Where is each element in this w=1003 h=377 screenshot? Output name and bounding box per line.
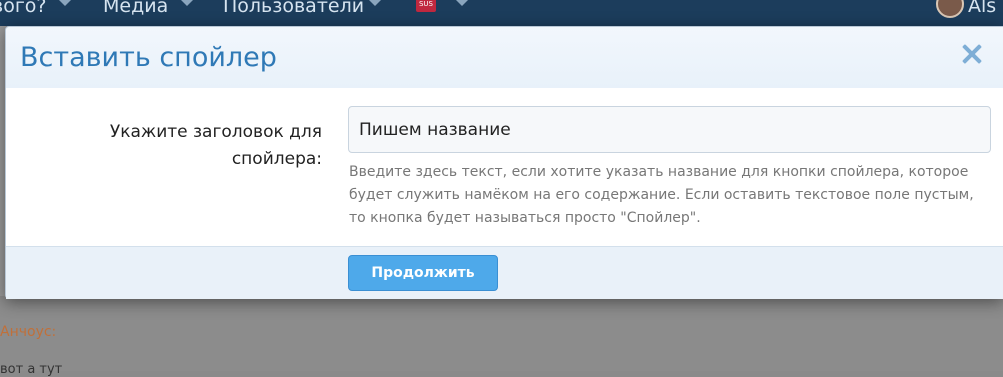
top-navigation: вого? Медиа Пользователи SUS Als bbox=[0, 0, 1003, 26]
quote-author: Анчоус: bbox=[0, 324, 57, 340]
chevron-down-icon[interactable] bbox=[58, 0, 72, 6]
avatar[interactable] bbox=[936, 0, 964, 18]
insert-spoiler-dialog: Вставить спойлер Укажите заголовок для с… bbox=[5, 26, 1003, 299]
nav-item-media[interactable]: Медиа bbox=[103, 0, 168, 18]
spoiler-title-input[interactable] bbox=[348, 106, 991, 153]
continue-button[interactable]: Продолжить bbox=[348, 255, 498, 291]
nav-item-users[interactable]: Пользователи bbox=[223, 0, 364, 18]
dialog-header: Вставить спойлер bbox=[6, 27, 1003, 89]
spoiler-title-hint: Введите здесь текст, если хотите указать… bbox=[349, 164, 974, 226]
username[interactable]: Als bbox=[968, 0, 996, 18]
dialog-title: Вставить спойлер bbox=[20, 42, 277, 73]
sus-logo-icon[interactable]: SUS bbox=[416, 0, 436, 12]
quote-text: вот а тут bbox=[0, 362, 63, 377]
spoiler-title-label: Укажите заголовок для спойлера: bbox=[109, 122, 322, 169]
dialog-footer: Продолжить bbox=[6, 246, 1003, 299]
chevron-down-icon[interactable] bbox=[455, 0, 469, 6]
close-icon[interactable] bbox=[959, 41, 985, 67]
chevron-down-icon[interactable] bbox=[180, 0, 194, 6]
nav-item-whats-new[interactable]: вого? bbox=[0, 0, 47, 18]
dialog-body: Укажите заголовок для спойлера: Введите … bbox=[6, 88, 1003, 246]
chevron-down-icon[interactable] bbox=[368, 0, 382, 6]
